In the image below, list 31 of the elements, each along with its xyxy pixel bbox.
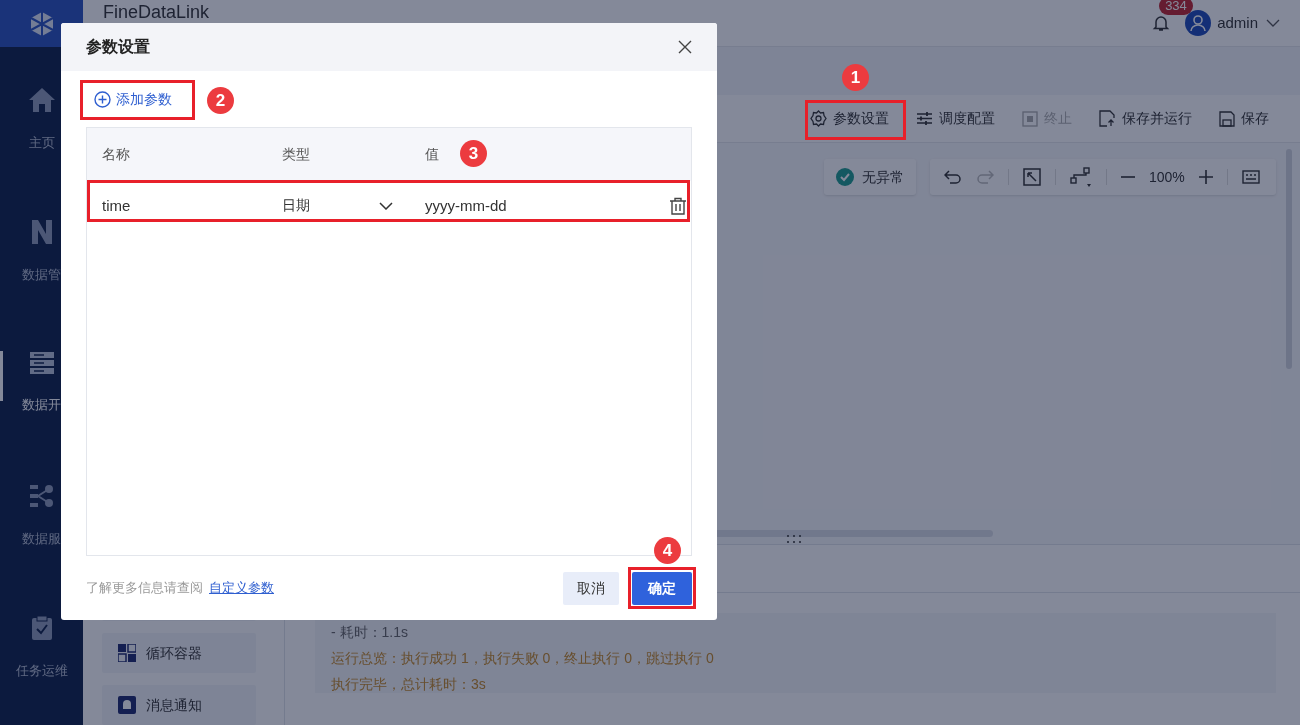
notification-badge: 334 [1159,0,1193,15]
zoom-level: 100% [1149,167,1185,187]
sidebar-item[interactable]: 主页 [0,87,83,159]
confirm-button[interactable]: 确定 [632,571,692,605]
sidebar-item[interactable]: 数据管 [0,219,83,291]
column-header: 名称 [101,145,130,164]
log-line: - 耗时：1.1s [331,623,409,642]
type-select[interactable]: 日期 [276,190,399,222]
app-title: FineDataLink [103,2,210,22]
name-field[interactable]: time [96,190,256,222]
column-header: 值 [424,145,439,164]
column-header: 类型 [281,145,310,164]
toolbar-button[interactable]: 调度配置 [916,108,995,129]
cancel-button[interactable]: 取消 [563,571,619,605]
user-name[interactable]: admin [1217,11,1258,35]
toolbar-button[interactable]: 参数设置 [810,108,889,129]
add-parameter-button[interactable]: 添加参数 [94,88,172,110]
dialog-title: 参数设置 [86,37,150,57]
value-field[interactable]: yyyy-mm-dd [419,190,649,222]
status-text: 无异常 [862,167,904,187]
help-link[interactable]: 自定义参数 [209,578,274,598]
component-item[interactable]: 消息通知 [102,685,256,725]
log-line: 运行总览：执行成功 1，执行失败 0，终止执行 0，跳过执行 0 [331,649,715,668]
help-text: 了解更多信息请查阅 [86,579,203,598]
toolbar-button[interactable]: 保存并运行 [1099,108,1192,129]
sidebar-item[interactable]: 数据服 [0,483,83,555]
sidebar-item[interactable]: 数据开 [0,351,83,423]
log-line: 执行完毕，总计耗时：3s [331,675,487,694]
sidebar-item[interactable]: 任务运维 [0,615,83,687]
toolbar-button[interactable]: 保存 [1219,108,1269,129]
component-item[interactable]: 循环容器 [102,633,256,673]
